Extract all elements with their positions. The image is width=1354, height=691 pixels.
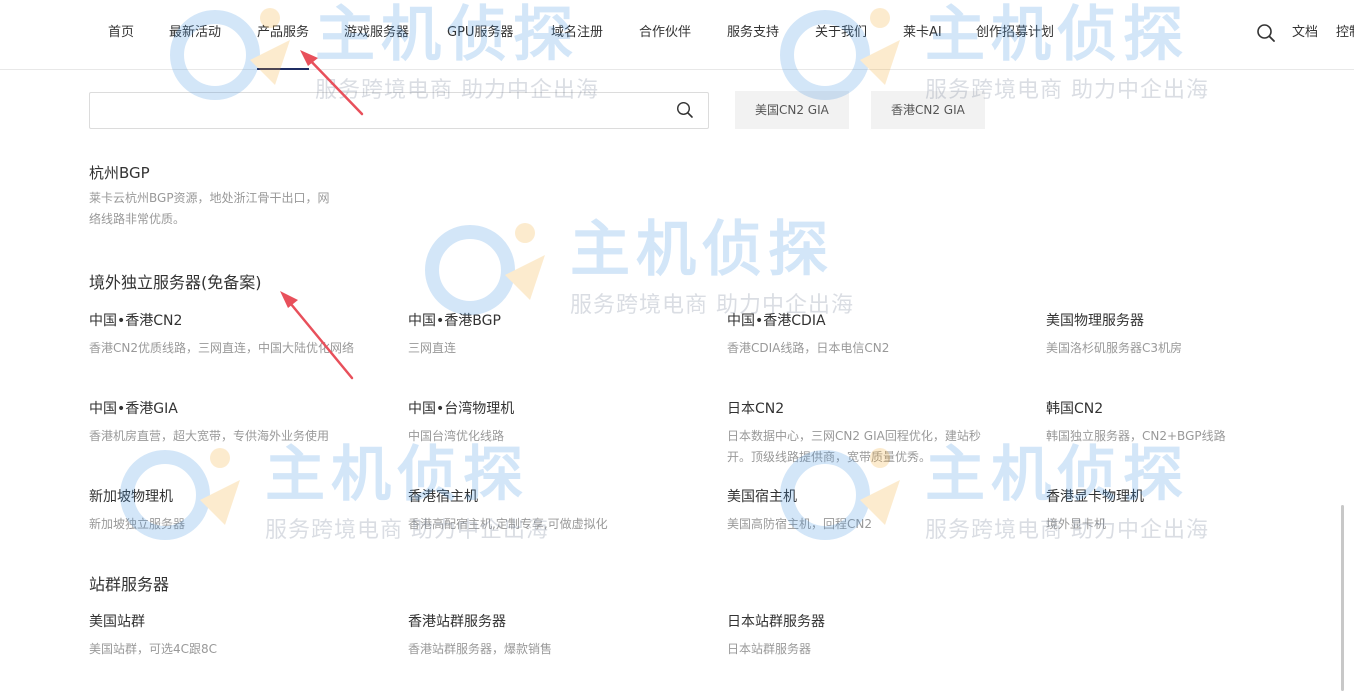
product-desc: 美国洛杉矶服务器C3机房 (1046, 341, 1183, 355)
product-us-host-machine[interactable]: 美国宿主机 美国高防宿主机，回程CN2 (727, 488, 1002, 535)
product-desc: 美国高防宿主机，回程CN2 (727, 517, 872, 531)
product-desc: 香港站群服务器，爆款销售 (408, 642, 553, 656)
nav-item-home[interactable]: 首页 (108, 24, 134, 42)
product-hk-bgp[interactable]: 中国•香港BGP 三网直连 (408, 312, 683, 359)
nav-console-link[interactable]: 控制 (1336, 24, 1354, 42)
product-name: 杭州BGP (89, 164, 150, 182)
nav-docs-link[interactable]: 文档 (1292, 24, 1318, 42)
product-name: 日本站群服务器 (727, 614, 825, 630)
product-korea-cn2[interactable]: 韩国CN2 韩国独立服务器，CN2+BGP线路 (1046, 400, 1336, 447)
product-desc: 新加坡独立服务器 (89, 517, 186, 531)
tag-hk-cn2-gia[interactable]: 香港CN2 GIA (871, 91, 985, 129)
product-hk-cdia[interactable]: 中国•香港CDIA 香港CDIA线路，日本电信CN2 (727, 312, 1002, 359)
product-desc: 香港机房直营，超大宽带，专供海外业务使用 (89, 429, 330, 443)
product-japan-site-group[interactable]: 日本站群服务器 日本站群服务器 (727, 613, 1002, 660)
product-singapore-physical[interactable]: 新加坡物理机 新加坡独立服务器 (89, 488, 364, 535)
product-hk-site-group[interactable]: 香港站群服务器 香港站群服务器，爆款销售 (408, 613, 683, 660)
product-japan-cn2[interactable]: 日本CN2 日本数据中心，三网CN2 GIA回程优化，建站秒开。顶级线路提供商，… (727, 400, 1002, 468)
product-name: 香港宿主机 (408, 489, 478, 505)
nav-item-support[interactable]: 服务支持 (727, 24, 779, 42)
product-desc: 日本数据中心，三网CN2 GIA回程优化，建站秒开。顶级线路提供商，宽带质量优秀… (727, 429, 981, 464)
product-name: 中国•香港CDIA (727, 313, 826, 329)
product-hk-cn2[interactable]: 中国•香港CN2 香港CN2优质线路，三网直连，中国大陆优化网络 (89, 312, 364, 359)
product-desc: 境外显卡机 (1046, 517, 1107, 531)
product-hk-gpu-physical[interactable]: 香港显卡物理机 境外显卡机 (1046, 488, 1321, 535)
search-icon[interactable] (676, 101, 694, 119)
product-desc: 香港CN2优质线路，三网直连，中国大陆优化网络 (89, 341, 354, 355)
product-name: 中国•香港GIA (89, 401, 178, 417)
product-name: 韩国CN2 (1046, 401, 1104, 417)
product-name: 香港站群服务器 (408, 614, 506, 630)
product-name: 美国物理服务器 (1046, 313, 1144, 329)
product-name: 中国•香港BGP (408, 313, 501, 329)
product-desc: 香港CDIA线路，日本电信CN2 (727, 341, 890, 355)
product-name: 美国站群 (89, 614, 145, 630)
product-desc: 莱卡云杭州BGP资源，地处浙江骨干出口，网络线路非常优质。 (89, 191, 330, 226)
product-desc: 日本站群服务器 (727, 642, 812, 656)
nav-item-latest-events[interactable]: 最新活动 (169, 24, 221, 42)
product-name: 香港显卡物理机 (1046, 489, 1144, 505)
tag-us-cn2-gia[interactable]: 美国CN2 GIA (735, 91, 849, 129)
product-us-physical[interactable]: 美国物理服务器 美国洛杉矶服务器C3机房 (1046, 312, 1321, 359)
product-us-site-group[interactable]: 美国站群 美国站群，可选4C跟8C (89, 613, 364, 660)
page: 首页 最新活动 产品服务 游戏服务器 GPU服务器 域名注册 合作伙伴 服务支持… (0, 0, 1354, 691)
product-search-box (89, 92, 709, 130)
nav-item-domain-registration[interactable]: 域名注册 (551, 24, 603, 42)
product-desc: 美国站群，可选4C跟8C (89, 642, 218, 656)
section-title-site-group: 站群服务器 (89, 575, 170, 594)
product-name: 中国•台湾物理机 (408, 401, 515, 417)
product-name: 日本CN2 (727, 401, 785, 417)
nav-item-about-us[interactable]: 关于我们 (815, 24, 867, 42)
product-desc: 中国台湾优化线路 (408, 429, 505, 443)
nav-item-gpu-servers[interactable]: GPU服务器 (447, 24, 513, 42)
product-desc: 香港高配宿主机,定制专享,可做虚拟化 (408, 517, 608, 531)
scrollbar-thumb[interactable] (1341, 505, 1344, 691)
product-name: 美国宿主机 (727, 489, 797, 505)
nav-item-partners[interactable]: 合作伙伴 (639, 24, 691, 42)
product-hk-gia[interactable]: 中国•香港GIA 香港机房直营，超大宽带，专供海外业务使用 (89, 400, 364, 447)
search-icon[interactable] (1256, 23, 1276, 43)
nav-item-creator-recruitment[interactable]: 创作招募计划 (976, 24, 1054, 42)
product-search-input[interactable] (100, 93, 664, 130)
watermark-text: 主机侦探 (570, 215, 834, 285)
nav-item-game-servers[interactable]: 游戏服务器 (344, 24, 409, 42)
product-desc: 韩国独立服务器，CN2+BGP线路 (1046, 429, 1226, 443)
nav-item-laika-ai[interactable]: 莱卡AI (903, 24, 942, 42)
section-title-overseas-dedicated: 境外独立服务器(免备案) (89, 273, 262, 292)
top-navigation-bar: 首页 最新活动 产品服务 游戏服务器 GPU服务器 域名注册 合作伙伴 服务支持… (0, 0, 1354, 70)
product-hangzhou-bgp[interactable]: 杭州BGP 莱卡云杭州BGP资源，地处浙江骨干出口，网络线路非常优质。 (89, 164, 339, 230)
nav-item-products[interactable]: 产品服务 (257, 24, 310, 70)
product-desc: 三网直连 (408, 341, 457, 355)
watermark-logo-icon (425, 223, 545, 315)
product-name: 新加坡物理机 (89, 489, 173, 505)
product-hk-host-machine[interactable]: 香港宿主机 香港高配宿主机,定制专享,可做虚拟化 (408, 488, 683, 535)
product-name: 中国•香港CN2 (89, 313, 183, 329)
product-taiwan-physical[interactable]: 中国•台湾物理机 中国台湾优化线路 (408, 400, 683, 447)
